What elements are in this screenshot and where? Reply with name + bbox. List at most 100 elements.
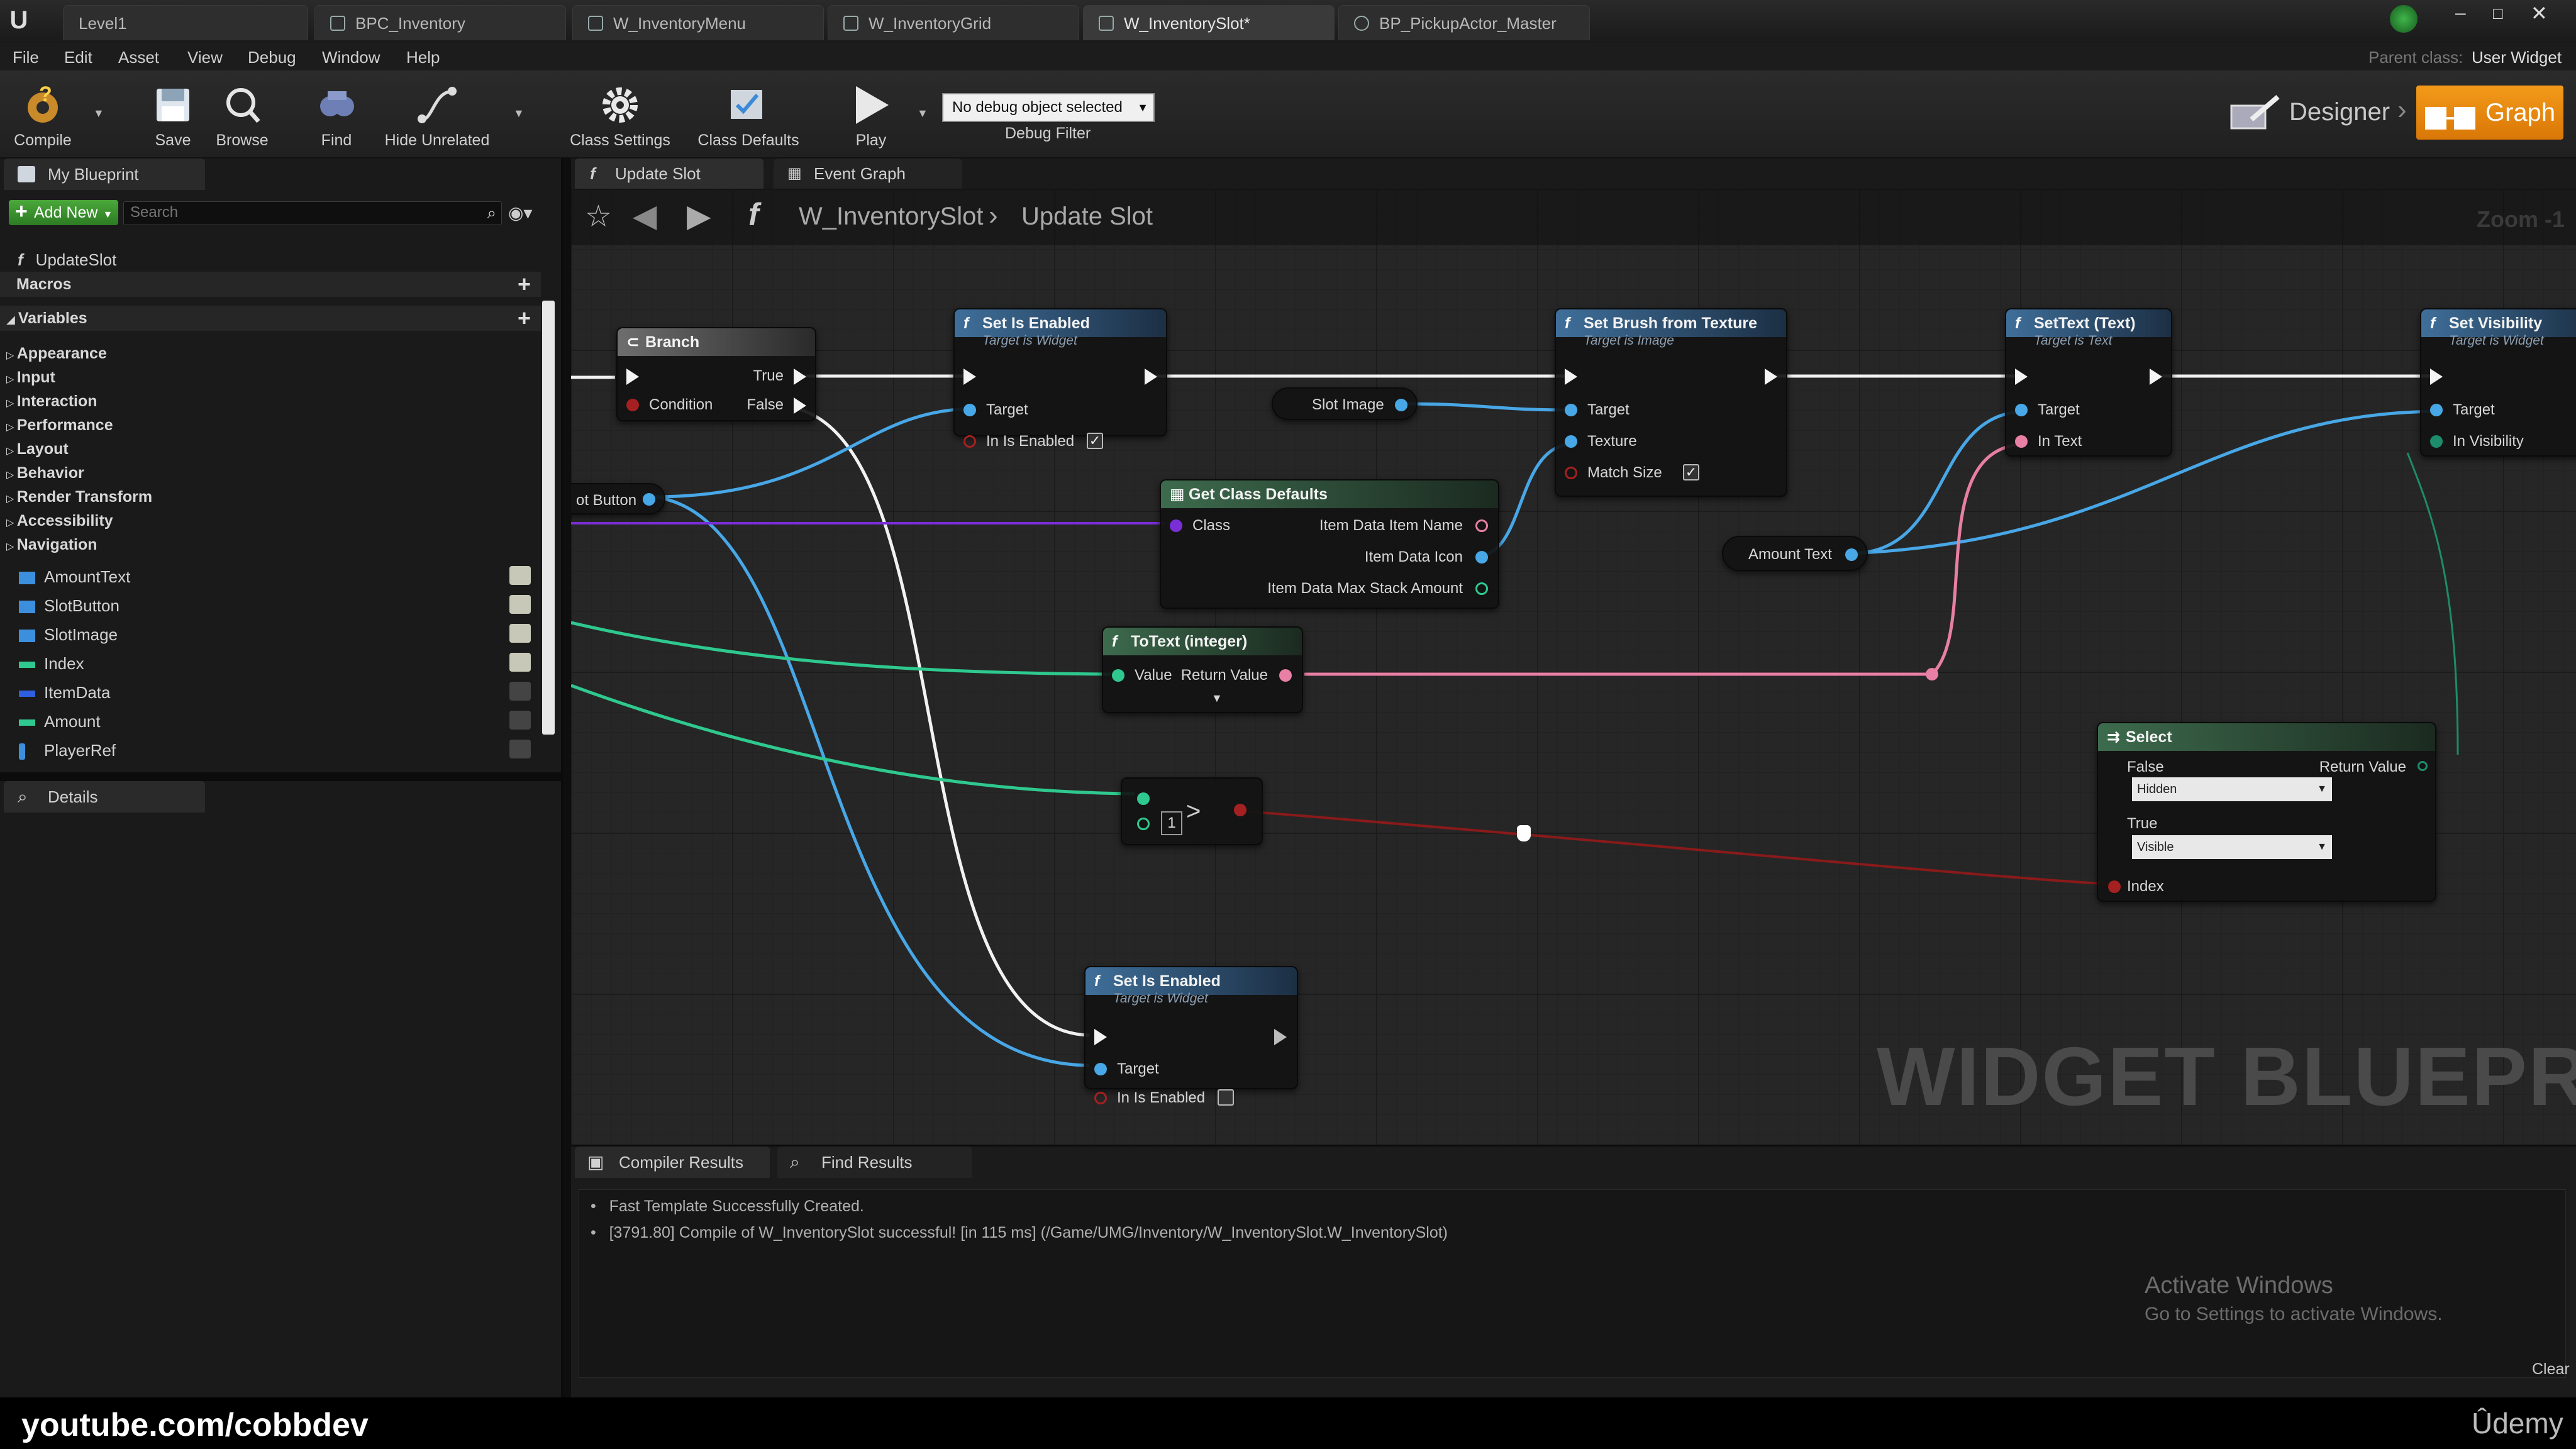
in-visibility-pin[interactable] xyxy=(2430,435,2443,448)
eye-icon[interactable] xyxy=(509,595,531,614)
close-button[interactable]: ✕ xyxy=(2531,1,2548,25)
maximize-button[interactable]: □ xyxy=(2493,4,2503,23)
tab-update-slot[interactable]: f Update Slot xyxy=(575,158,763,189)
result-pin[interactable] xyxy=(1234,804,1246,816)
category-interaction[interactable]: ▷ Interaction xyxy=(6,392,547,411)
tab-bp-pickupactor-master[interactable]: BP_PickupActor_Master xyxy=(1338,5,1590,40)
category-performance[interactable]: ▷ Performance xyxy=(6,416,547,435)
variable-slotbutton[interactable]: SlotButton xyxy=(19,595,560,616)
unreal-logo-icon[interactable]: U xyxy=(5,6,33,34)
exec-in-pin[interactable] xyxy=(963,369,976,385)
return-value-pin[interactable] xyxy=(1279,669,1292,682)
tab-bpc-inventory[interactable]: BPC_Inventory xyxy=(314,5,566,40)
node-set-is-enabled-2[interactable]: f Set Is Enabled Target is Widget Target … xyxy=(1084,966,1298,1106)
return-value-pin[interactable] xyxy=(2418,761,2428,771)
variable-amounttext[interactable]: AmountText xyxy=(19,566,560,587)
panel-scrollbar[interactable] xyxy=(542,301,555,735)
minimize-button[interactable]: – xyxy=(2455,3,2466,24)
eye-icon[interactable] xyxy=(509,653,531,672)
node-set-brush-from-texture[interactable]: f Set Brush from Texture Target is Image … xyxy=(1555,308,1787,497)
tab-details[interactable]: ⌕ Details xyxy=(4,781,205,813)
menu-edit[interactable]: Edit xyxy=(64,48,92,67)
play-options-arrow[interactable]: ▼ xyxy=(917,107,928,120)
tab-compiler-results[interactable]: ▣ Compiler Results xyxy=(575,1146,770,1178)
node-select[interactable]: ⇉ Select False Return Value Hidden ▼ True … xyxy=(2097,722,2436,902)
add-new-button[interactable]: + Add New ▼ xyxy=(9,199,118,225)
in-is-enabled-checkbox[interactable]: ✓ xyxy=(1087,433,1103,449)
category-appearance[interactable]: ▷ Appearance xyxy=(6,345,547,363)
amount-text-pin[interactable] xyxy=(1845,548,1858,561)
class-defaults-button[interactable]: Class Defaults xyxy=(687,75,810,153)
tab-w-inventorygrid[interactable]: W_InventoryGrid xyxy=(828,5,1079,40)
target-pin[interactable] xyxy=(2430,404,2443,416)
condition-pin[interactable] xyxy=(626,399,639,411)
class-pin[interactable] xyxy=(1170,519,1182,532)
eye-icon[interactable] xyxy=(509,711,531,730)
exec-in-pin[interactable] xyxy=(2015,369,2028,385)
category-accessibility[interactable]: ▷ Accessibility xyxy=(6,512,547,530)
node-slot-button-getter[interactable]: ot Button xyxy=(571,483,665,514)
graph-button[interactable]: Graph xyxy=(2416,86,2563,140)
menu-file[interactable]: File xyxy=(13,48,39,67)
target-pin[interactable] xyxy=(1565,404,1577,416)
variables-header[interactable]: ◢ Variables + xyxy=(0,306,541,331)
tab-event-graph[interactable]: ▦ Event Graph xyxy=(774,158,962,189)
eye-icon[interactable] xyxy=(509,740,531,758)
category-behavior[interactable]: ▷ Behavior xyxy=(6,464,547,482)
node-int-compare[interactable]: 1 > xyxy=(1121,777,1263,845)
debug-object-select[interactable]: No debug object selected ▼ xyxy=(942,93,1155,122)
advanced-display-arrow[interactable]: ▼ xyxy=(1211,692,1223,705)
compile-options-arrow[interactable]: ▼ xyxy=(93,107,104,120)
exec-false-pin[interactable] xyxy=(794,397,806,414)
blueprint-graph-canvas[interactable]: ☆ ◀ ▶ f W_InventorySlot › Update Slot Zo… xyxy=(571,189,2576,1145)
node-totext-integer[interactable]: f ToText (integer) Value Return Value ▼ xyxy=(1102,626,1303,713)
slot-button-pin[interactable] xyxy=(643,493,655,506)
index-pin[interactable] xyxy=(2108,880,2121,893)
eye-icon[interactable] xyxy=(509,682,531,701)
menu-asset[interactable]: Asset xyxy=(118,48,159,67)
node-set-visibility[interactable]: f Set Visibility Target is Widget Target … xyxy=(2420,308,2576,457)
eye-icon[interactable] xyxy=(509,624,531,643)
clear-button[interactable]: Clear xyxy=(2532,1360,2570,1379)
function-updateslot[interactable]: f UpdateSlot xyxy=(18,250,558,270)
texture-pin[interactable] xyxy=(1565,435,1577,448)
tab-w-inventorymenu[interactable]: W_InventoryMenu xyxy=(572,5,824,40)
eye-icon[interactable] xyxy=(509,566,531,585)
add-macro-icon[interactable]: + xyxy=(518,272,531,297)
save-button[interactable]: Save xyxy=(138,75,208,153)
menu-window[interactable]: Window xyxy=(322,48,380,67)
target-pin[interactable] xyxy=(2015,404,2028,416)
target-pin[interactable] xyxy=(1094,1063,1107,1075)
variable-index[interactable]: Index xyxy=(19,653,560,674)
menu-debug[interactable]: Debug xyxy=(248,48,296,67)
tab-my-blueprint[interactable]: My Blueprint xyxy=(4,158,205,190)
exec-in-pin[interactable] xyxy=(626,369,639,385)
exec-true-pin[interactable] xyxy=(794,369,806,385)
exec-out-pin[interactable] xyxy=(1274,1029,1287,1045)
category-navigation[interactable]: ▷ Navigation xyxy=(6,536,547,554)
variable-slotimage[interactable]: SlotImage xyxy=(19,624,560,645)
in-is-enabled-checkbox[interactable] xyxy=(1218,1089,1234,1106)
true-option-dropdown[interactable]: Visible ▼ xyxy=(2132,835,2332,859)
category-input[interactable]: ▷ Input xyxy=(6,369,547,387)
exec-out-pin[interactable] xyxy=(2150,369,2162,385)
target-pin[interactable] xyxy=(963,404,976,416)
parent-class-value[interactable]: User Widget xyxy=(2472,48,2562,67)
node-branch[interactable]: ⊂ Branch True Condition False xyxy=(616,327,816,421)
tab-w-inventoryslot[interactable]: W_InventorySlot* xyxy=(1083,5,1335,40)
hide-unrelated-options-arrow[interactable]: ▼ xyxy=(513,107,525,120)
hide-unrelated-button[interactable]: Hide Unrelated xyxy=(377,75,497,153)
tab-level1[interactable]: Level1 xyxy=(63,5,308,40)
menu-view[interactable]: View xyxy=(187,48,223,67)
macros-header[interactable]: Macros + xyxy=(0,272,541,297)
exec-in-pin[interactable] xyxy=(2430,369,2443,385)
category-layout[interactable]: ▷ Layout xyxy=(6,440,547,458)
class-settings-button[interactable]: Class Settings xyxy=(564,75,677,153)
variable-playerref[interactable]: PlayerRef xyxy=(19,740,560,760)
node-amount-text-getter[interactable]: Amount Text xyxy=(1722,536,1868,571)
source-control-icon[interactable] xyxy=(2390,5,2418,33)
exec-out-pin[interactable] xyxy=(1765,369,1777,385)
add-variable-icon[interactable]: + xyxy=(518,306,531,331)
compare-value-input[interactable]: 1 xyxy=(1161,811,1182,835)
node-settext[interactable]: f SetText (Text) Target is Text Target In… xyxy=(2005,308,2172,457)
